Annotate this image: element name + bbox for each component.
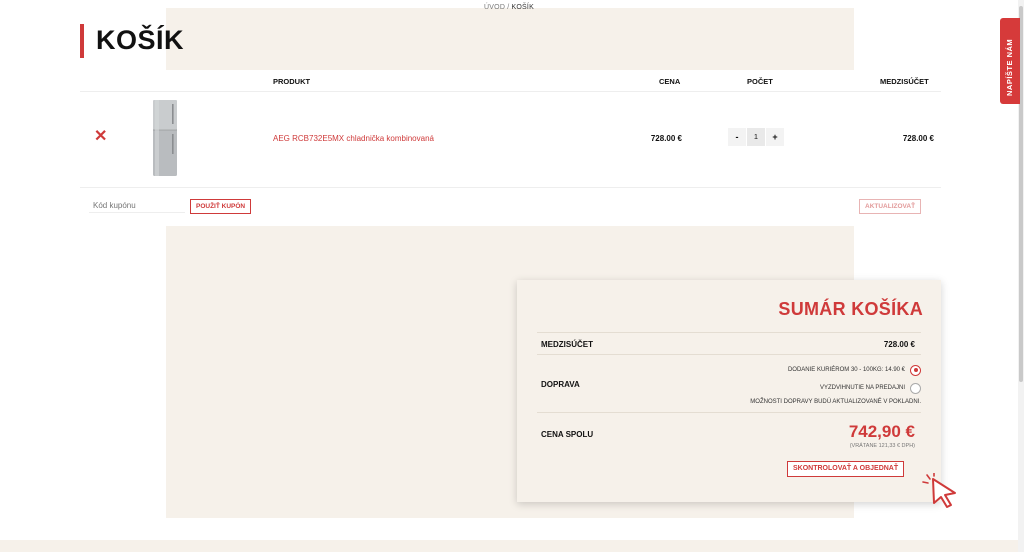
item-price: 728.00 € xyxy=(650,134,682,143)
contact-side-tab[interactable]: NAPÍŠTE NÁM xyxy=(1000,18,1020,104)
page-title: KOŠÍK xyxy=(96,25,185,55)
breadcrumb-separator: / xyxy=(507,4,510,11)
radio-selected-icon[interactable] xyxy=(910,364,921,376)
contact-side-tab-label: NAPÍŠTE NÁM xyxy=(1005,38,1014,96)
summary-shipping-label: DOPRAVA xyxy=(541,380,580,389)
shipping-option-pickup[interactable]: VYZDVIHNUTIE NA PREDAJNI xyxy=(820,382,921,394)
breadcrumb: ÚVOD / KOŠÍK xyxy=(0,4,1018,11)
summary-vat-note: (VRÁTANE 121,33 € DPH) xyxy=(849,443,915,449)
table-row: ✕ AEG RCB732E5MX chladnička kombinovaná … xyxy=(80,92,941,188)
cart-summary: SUMÁR KOŠÍKA MEDZISÚČET 728.00 € DOPRAVA… xyxy=(517,280,956,508)
quantity-increase-button[interactable]: + xyxy=(766,128,784,146)
summary-total-value: 742,90 € xyxy=(848,422,915,441)
shipping-option-label: VYZDVIHNUTIE NA PREDAJNI xyxy=(819,385,905,391)
quantity-input[interactable]: 1 xyxy=(747,128,765,146)
title-accent-bar xyxy=(80,24,84,58)
radio-unselected-icon[interactable] xyxy=(910,382,921,394)
summary-shipping-row: DOPRAVA DODANIE KURIÉROM 30 - 100KG: 14.… xyxy=(537,354,921,412)
shipping-option-label: DODANIE KURIÉROM 30 - 100KG: 14.90 € xyxy=(787,367,905,373)
click-pointer-icon xyxy=(922,473,956,508)
item-subtotal: 728.00 € xyxy=(902,134,934,143)
quantity-decrease-button[interactable]: - xyxy=(728,128,746,146)
summary-total-row: CENA SPOLU 742,90 € (VRÁTANE 121,33 € DP… xyxy=(537,412,921,454)
cart-actions: POUŽIŤ KUPÓN AKTUALIZOVAŤ xyxy=(80,188,941,226)
footer-strip xyxy=(0,540,1024,552)
summary-total-label: CENA SPOLU xyxy=(541,430,594,439)
apply-coupon-button[interactable]: POUŽIŤ KUPÓN xyxy=(190,199,252,214)
product-thumbnail[interactable] xyxy=(152,100,178,176)
shipping-option-courier[interactable]: DODANIE KURIÉROM 30 - 100KG: 14.90 € xyxy=(788,364,921,376)
product-name-link[interactable]: AEG RCB732E5MX chladnička kombinovaná xyxy=(273,134,434,143)
summary-subtotal-value: 728.00 € xyxy=(883,340,915,349)
quantity-stepper: - 1 + xyxy=(728,128,784,146)
header-price: CENA xyxy=(659,77,681,86)
close-icon[interactable]: ✕ xyxy=(94,129,108,145)
cart-page: ÚVOD / KOŠÍK KOŠÍK PRODUKT CENA POČET ME… xyxy=(0,0,1024,552)
summary-subtotal-label: MEDZISÚČET xyxy=(541,340,593,349)
header-subtotal: MEDZISÚČET xyxy=(880,77,929,86)
breadcrumb-home[interactable]: ÚVOD xyxy=(484,4,505,11)
coupon-input[interactable] xyxy=(89,199,185,213)
shipping-note: MOŽNOSTI DOPRAVY BUDÚ AKTUALIZOVANÉ V PO… xyxy=(750,399,921,405)
summary-subtotal-row: MEDZISÚČET 728.00 € xyxy=(537,332,921,354)
summary-title: SUMÁR KOŠÍKA xyxy=(778,299,923,319)
cart-table-header: PRODUKT CENA POČET MEDZISÚČET xyxy=(80,70,941,92)
breadcrumb-current: KOŠÍK xyxy=(511,4,534,11)
checkout-button[interactable]: SKONTROLOVAŤ A OBJEDNAŤ xyxy=(787,461,905,477)
cart-table: PRODUKT CENA POČET MEDZISÚČET ✕ AEG RCB7… xyxy=(80,70,941,226)
update-cart-button[interactable]: AKTUALIZOVAŤ xyxy=(859,199,922,214)
header-product: PRODUKT xyxy=(273,77,311,86)
header-quantity: POČET xyxy=(747,77,773,86)
